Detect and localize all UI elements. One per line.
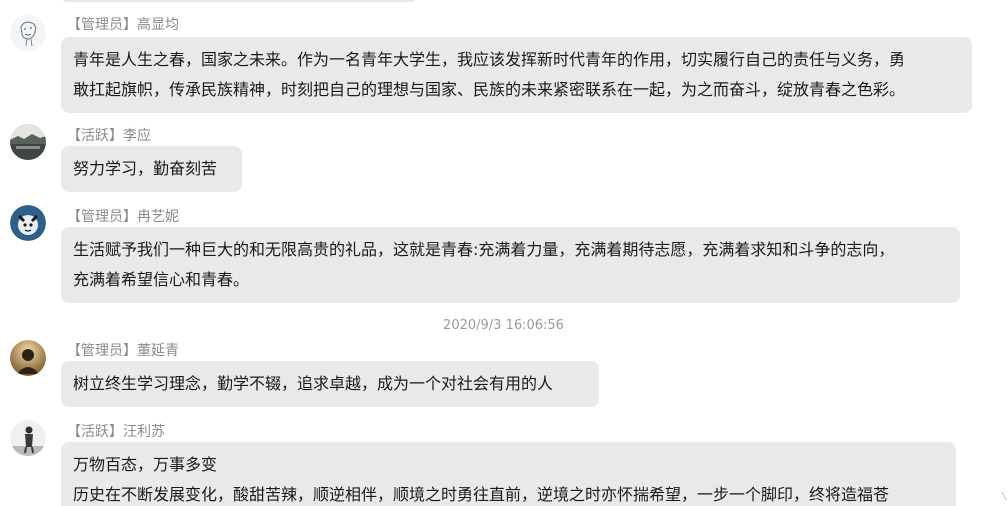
message-timestamp: 2020/9/3 16:06:56 [443,318,564,333]
message-line: 敢扛起旗帜，传承民族精神，时刻把自己的理想与国家、民族的未来紧密联系在一起，为之… [73,80,906,99]
cartoon-avatar-icon[interactable] [10,205,46,241]
scroll-edge-mark [1001,486,1007,501]
message-line: 生活赋予我们一种巨大的和无限高贵的礼品，这就是青春:充满着力量，充满着期待志愿，… [73,240,895,259]
message-line: 万物百态，万事多变 [73,455,218,474]
silhouette-avatar-icon[interactable] [10,340,46,376]
message-line: 充满着希望信心和青春。 [73,270,250,289]
message-line: 努力学习，勤奋刻苦 [73,159,218,178]
message-bubble: 万物百态，万事多变 历史在不断发展变化，酸甜苦辣，顺逆相伴，顺境之时勇往直前，逆… [61,442,956,506]
message-bubble: 树立终生学习理念，勤学不辍，追求卓越，成为一个对社会有用的人 [61,361,599,407]
sender-name: 【活跃】汪利苏 [67,424,165,440]
figure-avatar-icon[interactable] [10,420,46,456]
message-line: 历史在不断发展变化，酸甜苦辣，顺逆相伴，顺境之时勇往直前，逆境之时亦怀揣希望，一… [73,485,890,504]
sender-name: 【管理员】冉艺妮 [67,209,179,225]
sender-name: 【管理员】董延青 [67,343,179,359]
sender-name: 【活跃】李应 [67,128,151,144]
message-bubble: 努力学习，勤奋刻苦 [61,146,242,192]
message-bubble: 青年是人生之春，国家之未来。作为一名青年大学生，我应该发挥新时代青年的作用，切实… [61,37,972,113]
landscape-avatar-icon[interactable] [10,124,46,160]
sketch-avatar-icon[interactable] [10,15,46,51]
previous-message-bubble [61,0,417,2]
sender-name: 【管理员】高显均 [67,17,179,33]
message-line: 青年是人生之春，国家之未来。作为一名青年大学生，我应该发挥新时代青年的作用，切实… [73,50,906,69]
message-line: 树立终生学习理念，勤学不辍，追求卓越，成为一个对社会有用的人 [73,374,554,393]
chat-window: 【管理员】高显均 青年是人生之春，国家之未来。作为一名青年大学生，我应该发挥新时… [0,0,1007,506]
message-bubble: 生活赋予我们一种巨大的和无限高贵的礼品，这就是青春:充满着力量，充满着期待志愿，… [61,227,960,303]
